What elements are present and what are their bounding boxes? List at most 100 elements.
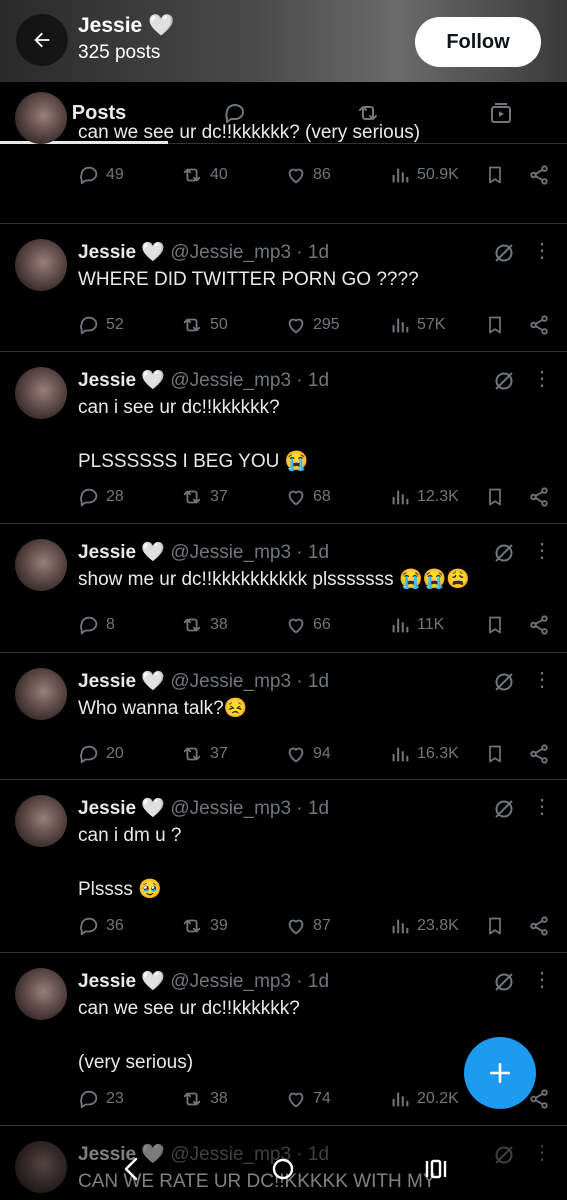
views-button[interactable]: 12.3K — [389, 486, 459, 508]
share-button[interactable] — [528, 314, 556, 336]
share-icon — [530, 916, 548, 936]
back-nav-icon[interactable] — [120, 1156, 142, 1182]
like-count: 87 — [313, 917, 331, 934]
tweet-text: can i dm u ? Plssss 🥹 — [78, 825, 182, 900]
share-button[interactable] — [528, 1088, 556, 1110]
repost-button[interactable]: 39 — [180, 915, 228, 937]
share-button[interactable] — [528, 743, 556, 765]
tweet-item[interactable]: Jessie 🤍 @Jessie_mp3 · 1d ⋮ can i dm u ?… — [0, 780, 567, 953]
repost-button[interactable]: 37 — [180, 743, 228, 765]
views-button[interactable]: 23.8K — [389, 915, 459, 937]
heart-icon — [288, 490, 304, 506]
reply-count: 49 — [106, 166, 124, 183]
author-name[interactable]: Jessie — [78, 798, 136, 819]
avatar[interactable] — [15, 539, 67, 591]
reply-button[interactable]: 28 — [78, 486, 124, 508]
tweet-actions: 20 37 94 16.3K — [0, 743, 567, 769]
tweet-item[interactable]: Jessie 🤍 @Jessie_mp3 · 1d ⋮ WHERE DID TW… — [0, 224, 567, 352]
bookmark-icon — [489, 745, 501, 763]
bookmark-button[interactable] — [485, 743, 511, 765]
repost-button[interactable]: 37 — [180, 486, 228, 508]
like-button[interactable]: 295 — [285, 314, 340, 336]
share-button[interactable] — [528, 614, 556, 636]
views-button[interactable]: 50.9K — [389, 164, 459, 186]
like-button[interactable]: 94 — [285, 743, 331, 765]
views-button[interactable]: 11K — [389, 614, 444, 636]
like-button[interactable]: 86 — [285, 164, 331, 186]
like-count: 74 — [313, 1090, 331, 1107]
more-icon[interactable]: ⋮ — [532, 797, 552, 817]
repost-icon — [183, 1092, 201, 1106]
bookmark-button[interactable] — [485, 614, 511, 636]
avatar[interactable] — [15, 367, 67, 419]
like-button[interactable]: 87 — [285, 915, 331, 937]
tweet-item[interactable]: can we see ur dc!!kkkkkk? (very serious)… — [0, 92, 567, 224]
views-button[interactable]: 20.2K — [389, 1088, 459, 1110]
avatar[interactable] — [15, 668, 67, 720]
more-icon[interactable]: ⋮ — [532, 541, 552, 561]
reply-button[interactable]: 20 — [78, 743, 124, 765]
reply-button[interactable]: 49 — [78, 164, 124, 186]
avatar[interactable] — [15, 968, 67, 1020]
compose-button[interactable] — [464, 1037, 536, 1109]
reply-button[interactable]: 23 — [78, 1088, 124, 1110]
author-name[interactable]: Jessie — [78, 242, 136, 263]
avatar[interactable] — [15, 795, 67, 847]
share-icon — [530, 165, 548, 185]
avatar[interactable] — [15, 239, 67, 291]
repost-button[interactable]: 38 — [180, 614, 228, 636]
home-nav-icon[interactable] — [270, 1156, 296, 1182]
reply-button[interactable]: 52 — [78, 314, 124, 336]
views-button[interactable]: 16.3K — [389, 743, 459, 765]
tweet-header: Jessie 🤍 @Jessie_mp3 · 1d — [78, 796, 329, 820]
grok-icon[interactable] — [492, 541, 516, 565]
view-count: 57K — [417, 316, 446, 333]
tweet-header: Jessie 🤍 @Jessie_mp3 · 1d — [78, 969, 329, 993]
more-icon[interactable]: ⋮ — [532, 241, 552, 261]
grok-icon[interactable] — [492, 797, 516, 821]
author-name[interactable]: Jessie — [78, 671, 136, 692]
repost-button[interactable]: 40 — [180, 164, 228, 186]
heart-emoji: 🤍 — [141, 798, 166, 819]
views-button[interactable]: 57K — [389, 314, 445, 336]
share-button[interactable] — [528, 486, 556, 508]
bookmark-button[interactable] — [485, 486, 511, 508]
tweet-actions: 8 38 66 11K — [0, 614, 567, 640]
repost-count: 39 — [210, 917, 228, 934]
bookmark-button[interactable] — [485, 915, 511, 937]
recents-nav-icon[interactable] — [423, 1156, 449, 1182]
repost-button[interactable]: 50 — [180, 314, 228, 336]
grok-icon[interactable] — [492, 970, 516, 994]
author-name[interactable]: Jessie — [78, 971, 136, 992]
author-name[interactable]: Jessie — [78, 370, 136, 391]
grok-icon[interactable] — [492, 369, 516, 393]
reply-count: 8 — [106, 616, 115, 633]
more-icon[interactable]: ⋮ — [532, 970, 552, 990]
reply-button[interactable]: 8 — [78, 614, 115, 636]
bookmark-button[interactable] — [485, 164, 511, 186]
reply-icon — [80, 745, 98, 764]
tweet-item[interactable]: Jessie 🤍 @Jessie_mp3 · 1d ⋮ can i see ur… — [0, 352, 567, 524]
more-icon[interactable]: ⋮ — [532, 369, 552, 389]
follow-button[interactable]: Follow — [415, 17, 541, 67]
grok-icon[interactable] — [492, 670, 516, 694]
repost-button[interactable]: 38 — [180, 1088, 228, 1110]
reply-button[interactable]: 36 — [78, 915, 124, 937]
share-button[interactable] — [528, 164, 556, 186]
like-button[interactable]: 66 — [285, 614, 331, 636]
share-button[interactable] — [528, 915, 556, 937]
heart-emoji: 🤍 — [141, 542, 166, 563]
more-icon[interactable]: ⋮ — [532, 670, 552, 690]
back-button[interactable] — [16, 14, 68, 66]
tweet-item[interactable]: Jessie 🤍 @Jessie_mp3 · 1d ⋮ show me ur d… — [0, 524, 567, 653]
avatar[interactable] — [15, 92, 67, 144]
like-button[interactable]: 68 — [285, 486, 331, 508]
tweet-actions: 49 40 86 50.9K — [0, 164, 567, 190]
bookmark-button[interactable] — [485, 314, 511, 336]
views-icon — [392, 747, 409, 762]
author-name[interactable]: Jessie — [78, 542, 136, 563]
grok-icon[interactable] — [492, 241, 516, 265]
repost-icon — [183, 919, 201, 933]
tweet-item[interactable]: Jessie 🤍 @Jessie_mp3 · 1d ⋮ Who wanna ta… — [0, 653, 567, 780]
like-button[interactable]: 74 — [285, 1088, 331, 1110]
